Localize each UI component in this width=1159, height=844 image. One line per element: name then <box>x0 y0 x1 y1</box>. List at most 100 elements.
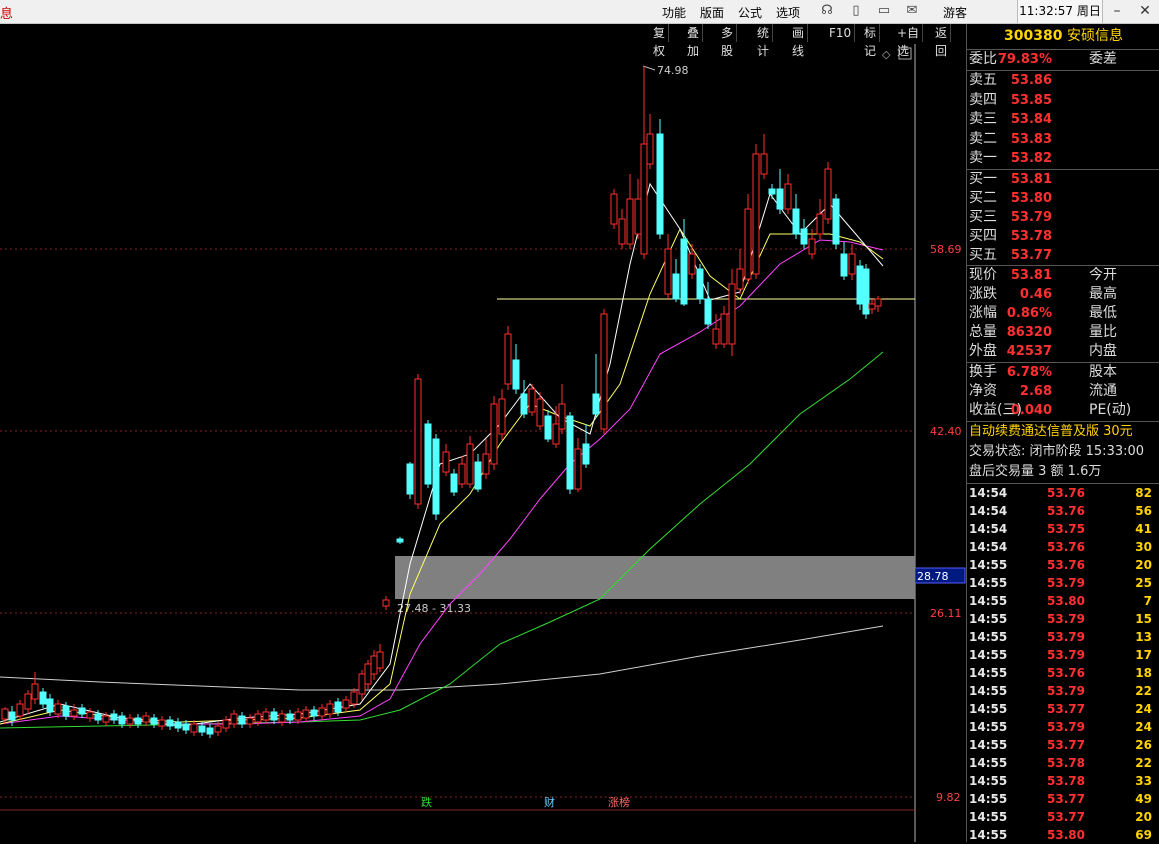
tick-row: 14:55 53.79 13 <box>969 630 1152 644</box>
tick-row: 14:55 53.77 24 <box>969 702 1152 716</box>
headset-icon[interactable]: ☊ <box>819 3 835 19</box>
candle-up <box>688 253 696 275</box>
sell-level-row: 卖四 53.85 <box>969 91 1052 108</box>
candle-up <box>358 673 366 695</box>
mail-icon[interactable]: ✉ <box>904 3 920 19</box>
candle-up <box>868 303 876 310</box>
buy-level-row: 买五 53.77 <box>969 247 1052 263</box>
candle-down <box>8 711 16 721</box>
candle-down <box>800 228 808 245</box>
menu-layout[interactable]: 版面 <box>700 4 724 21</box>
candle-down <box>474 461 482 490</box>
price-label: 42.40 <box>930 425 962 438</box>
tick-row: 14:55 53.77 49 <box>969 792 1152 806</box>
candle-up <box>302 709 310 719</box>
sell-level-row: 卖五 53.86 <box>969 72 1052 88</box>
candle-down <box>134 717 142 725</box>
candle-up <box>816 213 824 235</box>
marker-top-list[interactable]: 涨榜 <box>608 795 630 809</box>
candle-down <box>582 443 590 465</box>
candle-down <box>792 208 800 235</box>
candle-up <box>214 725 222 733</box>
candle-down <box>512 359 520 390</box>
candle-up <box>318 707 326 717</box>
candle-up <box>504 333 512 385</box>
candle-up <box>752 153 760 275</box>
candle-up <box>1 708 9 720</box>
tb-multi-stock[interactable]: 多股 <box>718 24 738 58</box>
promo-banner[interactable]: 自动续费通达信普及版 30元 <box>967 422 1159 441</box>
ma120-line <box>0 625 884 691</box>
candles-group <box>1 66 882 738</box>
tick-row: 14:54 53.76 82 <box>969 486 1152 500</box>
tb-mark[interactable]: 标记 <box>861 24 881 58</box>
finance-row: 净资 2.68 流通 <box>969 383 1117 399</box>
window-title-fragment: 息 <box>0 7 14 22</box>
candle-up <box>640 143 648 255</box>
candle-up <box>610 193 618 225</box>
candle-down <box>656 133 664 235</box>
candle-up <box>744 208 752 280</box>
menu-options[interactable]: 选项 <box>776 4 800 21</box>
marker-down[interactable]: 跌 <box>421 795 432 809</box>
close-icon[interactable]: ✕ <box>1135 2 1155 20</box>
tick-row: 14:55 53.79 17 <box>969 648 1152 662</box>
candle-down <box>110 713 118 721</box>
sell-level-row: 卖三 53.84 <box>969 111 1052 127</box>
candle-up <box>466 443 474 485</box>
tb-statistics[interactable]: 统计 <box>754 24 774 58</box>
candle-up <box>376 651 384 669</box>
candle-down <box>432 438 440 515</box>
tb-f10[interactable]: F10 <box>826 24 856 42</box>
tb-back[interactable]: 返回 <box>932 24 952 58</box>
candle-down <box>238 715 246 725</box>
candle-down <box>182 723 190 731</box>
candle-up <box>24 693 32 710</box>
tb-add-watchlist[interactable]: +自选 <box>894 24 924 58</box>
candle-down <box>174 721 182 729</box>
candle-up <box>190 723 198 733</box>
candle-up <box>342 699 350 709</box>
candle-down <box>166 719 174 727</box>
candle-up <box>618 218 626 245</box>
tick-row: 14:55 53.76 18 <box>969 666 1152 680</box>
candle-up <box>712 328 720 345</box>
candlestick-chart[interactable]: 58.69 42.40 26.11 9.82 28.78 ◇ 27.48 - 3… <box>0 44 966 842</box>
tb-draw-line[interactable]: 画线 <box>789 24 809 58</box>
tb-overlay[interactable]: 叠加 <box>684 24 704 58</box>
tick-row: 14:55 53.76 20 <box>969 558 1152 572</box>
tick-row: 14:55 53.79 25 <box>969 576 1152 590</box>
sell-level-row: 卖二 53.83 <box>969 130 1052 147</box>
candle-up <box>254 713 262 723</box>
price-label: 9.82 <box>936 791 961 804</box>
candle-up <box>382 599 390 607</box>
candle-up <box>574 448 582 490</box>
user-guest[interactable]: 游客 <box>943 4 967 21</box>
tick-row: 14:55 53.78 22 <box>969 756 1152 770</box>
menu-function[interactable]: 功能 <box>662 4 686 21</box>
diamond-icon[interactable]: ◇ <box>882 48 891 61</box>
price-label: 26.11 <box>930 607 962 620</box>
price-zone-box <box>395 556 915 599</box>
candle-down <box>310 709 318 717</box>
candle-down <box>544 415 552 440</box>
candle-up <box>736 268 744 290</box>
candle-down <box>696 268 704 300</box>
monitor-icon[interactable]: ▭ <box>876 3 892 19</box>
tick-row: 14:54 53.76 56 <box>969 504 1152 518</box>
minimize-icon[interactable]: – <box>1107 2 1127 20</box>
phone-icon[interactable]: ▯ <box>848 3 864 19</box>
stock-name: 安硕信息 <box>1066 28 1123 44</box>
tick-row: 14:55 53.79 24 <box>969 720 1152 734</box>
candle-up <box>142 715 150 723</box>
candle-up <box>600 313 608 430</box>
window-toggle-icon[interactable] <box>898 47 912 60</box>
candle-down <box>672 273 680 300</box>
candle-down <box>566 415 574 490</box>
tick-row: 14:54 53.75 41 <box>969 522 1152 536</box>
marker-finance[interactable]: 财 <box>544 795 555 809</box>
candle-up <box>498 398 506 435</box>
candle-up <box>646 133 654 165</box>
tb-restore-right[interactable]: 复权 <box>650 24 670 58</box>
menu-formula[interactable]: 公式 <box>738 4 762 21</box>
